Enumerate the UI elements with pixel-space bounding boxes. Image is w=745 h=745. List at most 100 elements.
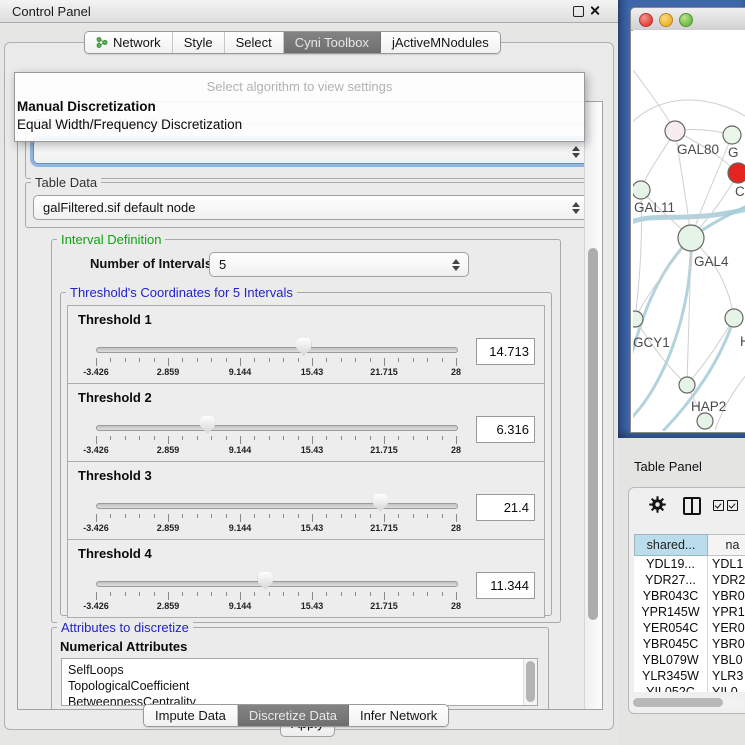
table-cell[interactable]: YDL1 xyxy=(708,556,745,572)
float-window-icon[interactable] xyxy=(573,6,584,17)
gear-icon[interactable] xyxy=(649,496,666,513)
checkbox-icon[interactable] xyxy=(727,500,738,511)
table-cell[interactable]: YLR345W xyxy=(634,668,708,684)
table-cell[interactable]: YBR045C xyxy=(634,636,708,652)
network-node-h[interactable] xyxy=(725,309,743,327)
network-node-hap2[interactable] xyxy=(679,377,695,393)
table-cell[interactable]: YBR0 xyxy=(708,588,745,604)
attributes-scrollbar[interactable] xyxy=(523,659,537,705)
network-window: GAL80GCGAL11GAL4GCY1HHAP2 xyxy=(630,7,745,433)
algorithm-combo[interactable] xyxy=(33,139,589,164)
main-scrollbar-thumb[interactable] xyxy=(588,248,598,620)
threshold-value-field[interactable]: 14.713 xyxy=(476,338,535,365)
tick-mark xyxy=(96,358,97,366)
table-cell[interactable]: YIL0 xyxy=(708,684,745,692)
tick-label: 15.43 xyxy=(301,367,324,377)
number-of-intervals-label: Number of Intervals xyxy=(90,256,212,271)
split-column-icon[interactable] xyxy=(683,497,701,515)
tab-jactivemnodules[interactable]: jActiveMNodules xyxy=(380,32,500,53)
column-header-shared[interactable]: shared... xyxy=(634,534,708,556)
bottom-tab-bar: Impute DataDiscretize DataInfer Network xyxy=(143,704,449,727)
threshold-value-field[interactable]: 11.344 xyxy=(476,572,535,599)
table-data-combo[interactable]: galFiltered.sif default node xyxy=(33,195,589,220)
bottom-tab-impute-data[interactable]: Impute Data xyxy=(144,705,237,726)
tab-style[interactable]: Style xyxy=(172,32,224,53)
tick-mark xyxy=(96,514,97,522)
tab-network[interactable]: Network xyxy=(85,32,172,53)
table-row[interactable]: YBR043CYBR0 xyxy=(634,588,745,604)
tick-mark xyxy=(182,358,183,362)
table-cell[interactable]: YBR0 xyxy=(708,636,745,652)
network-edge xyxy=(687,318,734,385)
checkbox-icon[interactable] xyxy=(713,500,724,511)
main-scrollbar[interactable] xyxy=(584,102,602,709)
table-row[interactable]: YBR045CYBR0 xyxy=(634,636,745,652)
network-node[interactable] xyxy=(697,413,713,429)
table-row[interactable]: YPR145WYPR1 xyxy=(634,604,745,620)
table-cell[interactable]: YIL052C xyxy=(634,684,708,692)
numerical-attributes-label: Numerical Attributes xyxy=(60,639,187,654)
table-cell[interactable]: YER0 xyxy=(708,620,745,636)
zoom-traffic-light[interactable] xyxy=(679,13,693,27)
table-cell[interactable]: YPR145W xyxy=(634,604,708,620)
tick-mark xyxy=(197,358,198,362)
tab-cyni-toolbox[interactable]: Cyni Toolbox xyxy=(283,32,380,53)
table-cell[interactable]: YBR043C xyxy=(634,588,708,604)
tick-mark xyxy=(384,436,385,444)
table-row[interactable]: YDL19...YDL1 xyxy=(634,556,745,572)
slider-track[interactable] xyxy=(96,425,458,431)
table-row[interactable]: YDR27...YDR2 xyxy=(634,572,745,588)
threshold-label: Threshold 1 xyxy=(78,312,152,327)
cyni-toolbox-panel: Discretization Algorithm Table Data galF… xyxy=(4,42,614,730)
bottom-tab-infer-network[interactable]: Infer Network xyxy=(348,705,448,726)
network-node-g[interactable] xyxy=(723,126,741,144)
table-horizontal-scrollbar[interactable] xyxy=(631,697,744,708)
network-canvas[interactable]: GAL80GCGAL11GAL4GCY1HHAP2 xyxy=(633,30,745,431)
threshold-value-field[interactable]: 6.316 xyxy=(476,416,535,443)
table-row[interactable]: YLR345WYLR3 xyxy=(634,668,745,684)
table-cell[interactable]: YDR2 xyxy=(708,572,745,588)
tab-select[interactable]: Select xyxy=(224,32,283,53)
slider-thumb[interactable] xyxy=(200,416,215,434)
attribute-item-selfloops[interactable]: SelfLoops xyxy=(62,662,537,678)
slider-thumb[interactable] xyxy=(258,572,273,590)
network-node-c[interactable] xyxy=(728,163,745,183)
table-cell[interactable]: YBL079W xyxy=(634,652,708,668)
tick-mark xyxy=(355,514,356,518)
minimize-traffic-light[interactable] xyxy=(659,13,673,27)
table-cell[interactable]: YPR1 xyxy=(708,604,745,620)
bottom-tab-discretize-data[interactable]: Discretize Data xyxy=(237,705,348,726)
slider-track[interactable] xyxy=(96,503,458,509)
slider-thumb[interactable] xyxy=(296,338,311,356)
number-of-intervals-combo[interactable]: 5 xyxy=(209,252,469,277)
table-cell[interactable]: YER054C xyxy=(634,620,708,636)
table-row[interactable]: YIL052CYIL0 xyxy=(634,684,745,692)
column-header-na[interactable]: na xyxy=(708,534,745,556)
popup-item-equal-width-frequency-discretization[interactable]: Equal Width/Frequency Discretization xyxy=(17,117,242,132)
combo-stepper-icon xyxy=(571,145,580,159)
attributes-scrollbar-thumb[interactable] xyxy=(526,661,535,702)
tick-label: 28 xyxy=(451,445,461,455)
tick-mark xyxy=(442,514,443,518)
slider-thumb[interactable] xyxy=(373,494,388,512)
popup-item-manual-discretization[interactable]: Manual Discretization xyxy=(17,99,156,114)
network-node-gal11[interactable] xyxy=(633,181,650,199)
table-cell[interactable]: YDR27... xyxy=(634,572,708,588)
close-icon[interactable] xyxy=(589,5,600,16)
table-cell[interactable]: YDL19... xyxy=(634,556,708,572)
network-node-gal80[interactable] xyxy=(665,121,685,141)
table-row[interactable]: YER054CYER0 xyxy=(634,620,745,636)
node-table[interactable]: shared...naYDL19...YDL1YDR27...YDR2YBR04… xyxy=(634,534,745,692)
table-row[interactable]: YBL079WYBL0 xyxy=(634,652,745,668)
table-cell[interactable]: YLR3 xyxy=(708,668,745,684)
table-cell[interactable]: YBL0 xyxy=(708,652,745,668)
attribute-item-topologicalcoefficient[interactable]: TopologicalCoefficient xyxy=(62,678,537,694)
tick-mark xyxy=(154,436,155,440)
slider-track[interactable] xyxy=(96,347,458,353)
table-hscrollbar-thumb[interactable] xyxy=(633,698,723,707)
threshold-value-field[interactable]: 21.4 xyxy=(476,494,535,521)
slider-track[interactable] xyxy=(96,581,458,587)
close-traffic-light[interactable] xyxy=(639,13,653,27)
network-node-gcy1[interactable] xyxy=(633,311,643,327)
network-node-gal4[interactable] xyxy=(678,225,704,251)
